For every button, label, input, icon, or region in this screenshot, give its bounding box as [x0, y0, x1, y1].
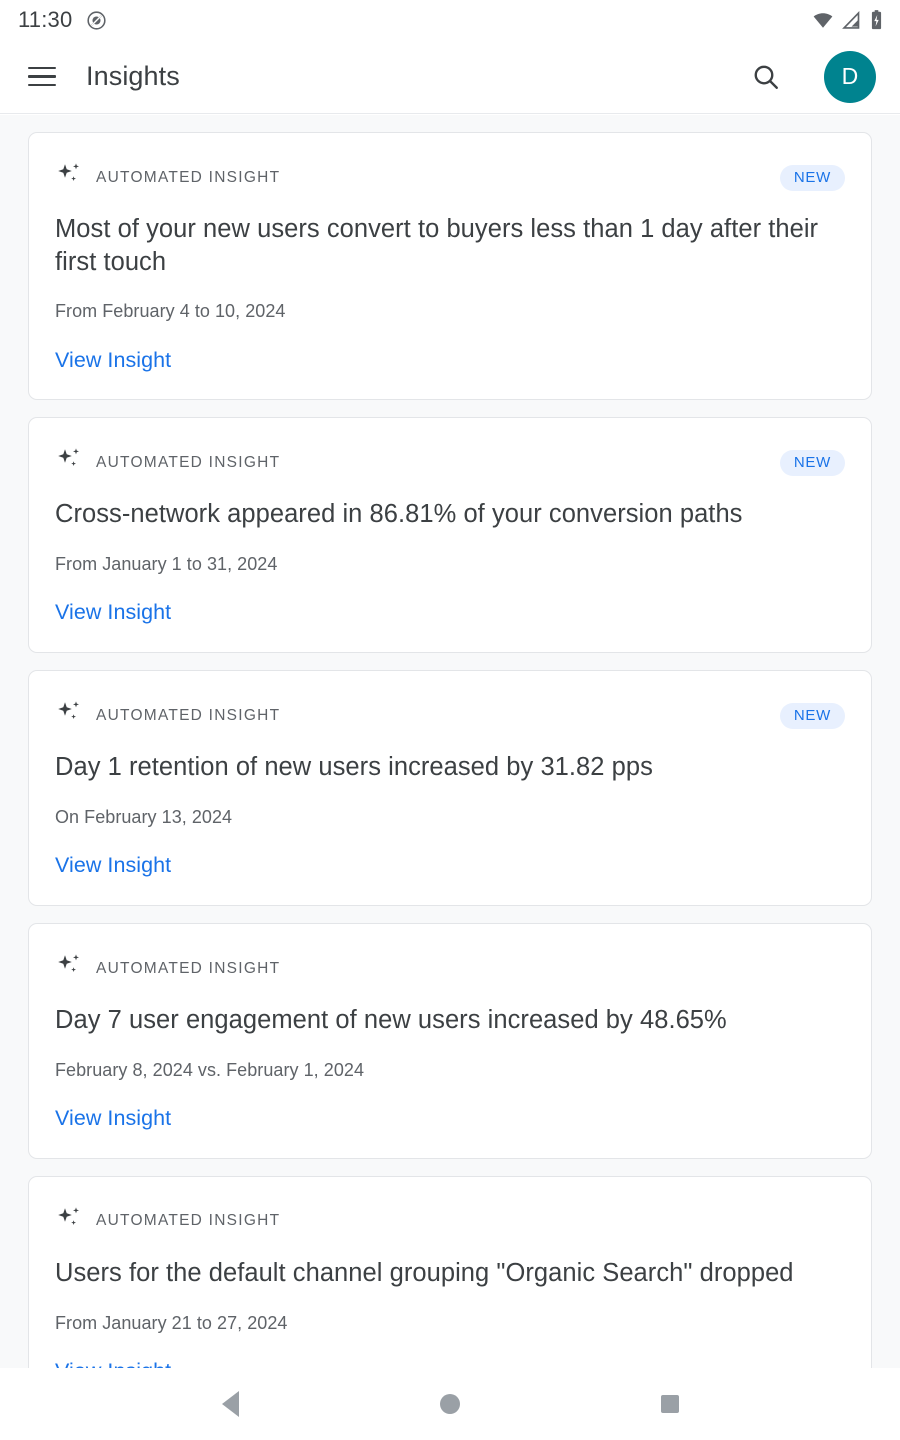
status-clock: 11:30 — [18, 7, 73, 32]
card-title: Users for the default channel grouping "… — [55, 1258, 794, 1287]
search-icon[interactable] — [742, 53, 790, 101]
view-insight-link[interactable]: View Insight — [55, 1106, 171, 1132]
app-bar: Insights D — [0, 40, 900, 114]
wifi-icon — [812, 9, 834, 31]
sparkle-icon — [55, 1205, 83, 1238]
insight-card[interactable]: AUTOMATED INSIGHT Users for the default … — [28, 1175, 872, 1368]
card-header: AUTOMATED INSIGHT — [55, 952, 845, 985]
card-title: Cross-network appeared in 86.81% of your… — [55, 500, 743, 529]
view-insight-link[interactable]: View Insight — [55, 853, 171, 879]
status-badge: NEW — [779, 702, 845, 729]
hamburger-line — [28, 66, 56, 70]
insight-card[interactable]: AUTOMATED INSIGHT NEW Most of your new u… — [28, 132, 872, 401]
android-navigation-bar — [0, 1368, 900, 1440]
card-title: Day 1 retention of new users increased b… — [55, 753, 653, 782]
sparkle-icon — [55, 446, 83, 479]
view-insight-link[interactable]: View Insight — [55, 348, 171, 374]
card-date-range: On February 13, 2024 — [55, 806, 233, 827]
home-circle-icon — [440, 1394, 460, 1414]
recents-button[interactable] — [635, 1374, 705, 1434]
hamburger-menu-icon[interactable] — [22, 57, 62, 97]
card-kicker: AUTOMATED INSIGHT — [96, 1212, 281, 1230]
card-title: Day 7 user engagement of new users incre… — [55, 1006, 727, 1035]
page-title: Insights — [86, 61, 180, 91]
card-date-range: From January 21 to 27, 2024 — [55, 1312, 288, 1333]
home-button[interactable] — [415, 1374, 485, 1434]
status-badge: NEW — [779, 449, 845, 476]
status-bar-left: 11:30 — [18, 9, 107, 31]
back-triangle-icon — [221, 1391, 239, 1417]
card-header: AUTOMATED INSIGHT — [55, 1205, 845, 1238]
card-kicker: AUTOMATED INSIGHT — [96, 959, 281, 977]
card-kicker: AUTOMATED INSIGHT — [96, 453, 281, 471]
sparkle-icon — [55, 699, 83, 732]
insight-card[interactable]: AUTOMATED INSIGHT NEW Day 1 retention of… — [28, 670, 872, 907]
status-badge: NEW — [779, 164, 845, 191]
hamburger-line — [28, 75, 56, 78]
card-kicker: AUTOMATED INSIGHT — [96, 168, 281, 186]
card-header: AUTOMATED INSIGHT NEW — [55, 161, 845, 194]
card-title: Most of your new users convert to buyers… — [55, 215, 819, 276]
do-not-disturb-icon — [86, 10, 107, 31]
hamburger-line — [28, 83, 56, 87]
battery-charging-icon — [869, 9, 884, 31]
card-date-range: February 8, 2024 vs. February 1, 2024 — [55, 1059, 365, 1080]
card-header: AUTOMATED INSIGHT NEW — [55, 699, 845, 732]
insights-list[interactable]: AUTOMATED INSIGHT NEW Most of your new u… — [0, 115, 900, 1368]
status-bar: 11:30 — [0, 0, 900, 40]
status-bar-right — [812, 9, 884, 31]
card-date-range: From February 4 to 10, 2024 — [55, 301, 286, 322]
card-header: AUTOMATED INSIGHT NEW — [55, 446, 845, 479]
insight-card[interactable]: AUTOMATED INSIGHT Day 7 user engagement … — [28, 923, 872, 1159]
card-date-range: From January 1 to 31, 2024 — [55, 554, 278, 575]
recents-square-icon — [661, 1395, 679, 1413]
view-insight-link[interactable]: View Insight — [55, 1359, 171, 1368]
avatar[interactable]: D — [824, 50, 876, 103]
back-button[interactable] — [195, 1374, 265, 1434]
sparkle-icon — [55, 161, 83, 194]
view-insight-link[interactable]: View Insight — [55, 600, 171, 626]
cellular-signal-icon — [841, 10, 862, 31]
sparkle-icon — [55, 952, 83, 985]
insight-card[interactable]: AUTOMATED INSIGHT NEW Cross-network appe… — [28, 417, 872, 654]
card-kicker: AUTOMATED INSIGHT — [96, 706, 281, 724]
